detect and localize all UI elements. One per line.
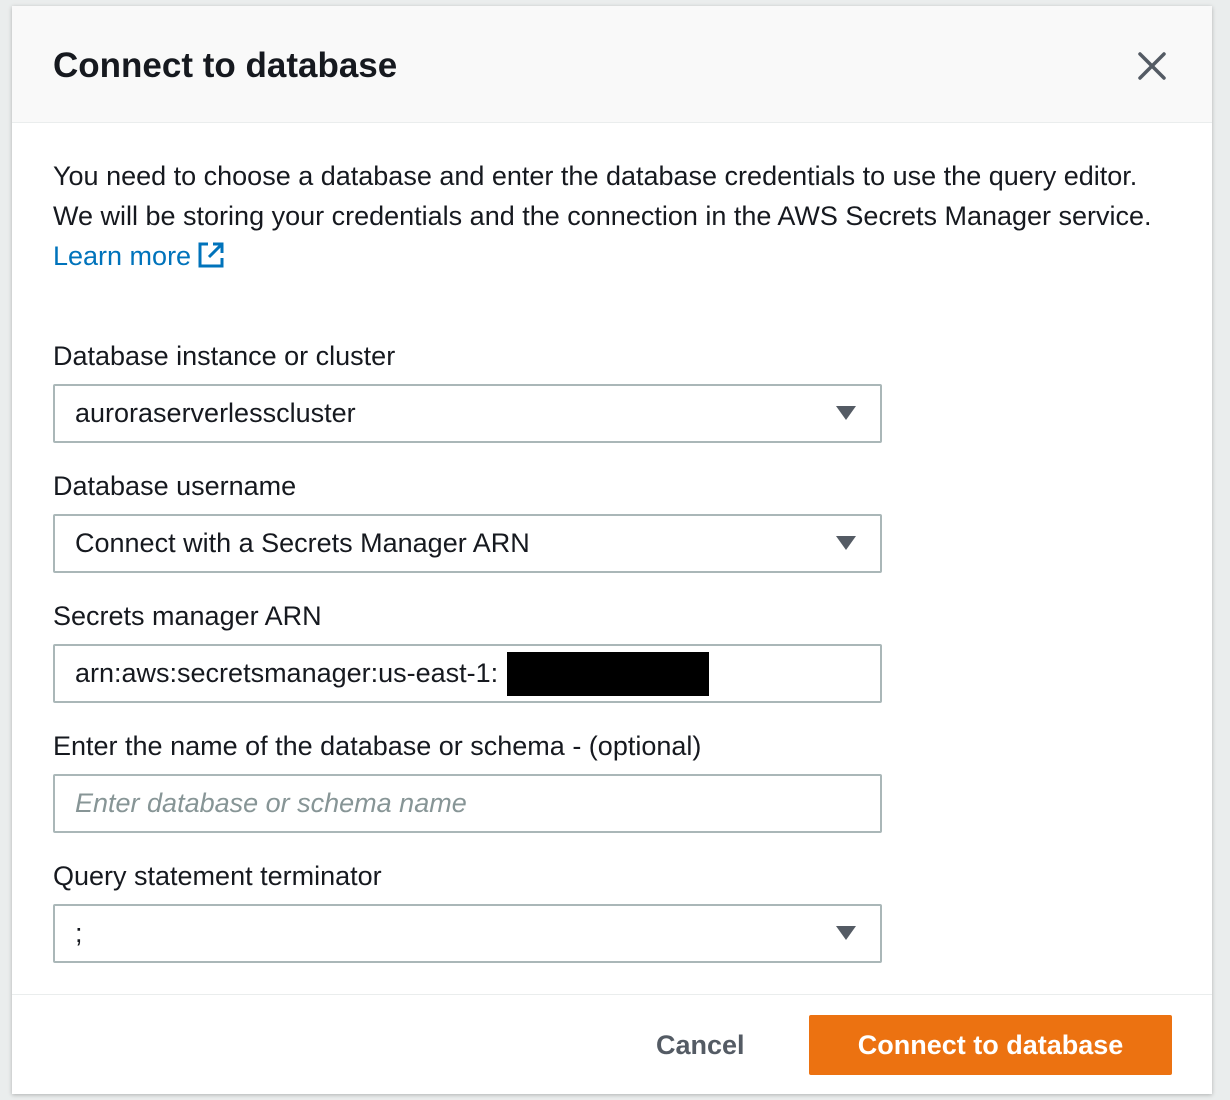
database-name-input[interactable] — [53, 774, 882, 833]
terminator-select[interactable]: ; — [53, 904, 882, 963]
database-username-label: Database username — [53, 471, 297, 501]
modal-header: Connect to database — [12, 6, 1212, 123]
database-name-label: Enter the name of the database or schema… — [53, 731, 702, 761]
database-username-select[interactable]: Connect with a Secrets Manager ARN — [53, 514, 882, 573]
intro-description: You need to choose a database and enter … — [53, 161, 1152, 231]
connect-database-modal: Connect to database You need to choose a… — [12, 6, 1212, 1094]
modal-title: Connect to database — [53, 46, 398, 85]
database-instance-select[interactable]: auroraserverlesscluster — [53, 384, 882, 443]
terminator-label: Query statement terminator — [53, 861, 382, 891]
intro-text: You need to choose a database and enter … — [53, 156, 1163, 276]
cancel-button[interactable]: Cancel — [632, 1015, 769, 1075]
database-instance-value: auroraserverlesscluster — [75, 398, 356, 428]
caret-down-icon — [836, 926, 856, 940]
secrets-arn-label: Secrets manager ARN — [53, 601, 322, 631]
connect-to-database-button[interactable]: Connect to database — [809, 1015, 1172, 1075]
learn-more-link[interactable]: Learn more — [53, 241, 225, 271]
database-username-value: Connect with a Secrets Manager ARN — [75, 528, 530, 558]
modal-footer: Cancel Connect to database — [12, 994, 1212, 1094]
caret-down-icon — [836, 406, 856, 420]
secrets-arn-input[interactable]: arn:aws:secretsmanager:us-east-1: :secre… — [53, 644, 882, 703]
close-button[interactable] — [1130, 44, 1174, 88]
terminator-value: ; — [75, 918, 83, 948]
redaction-bar — [507, 652, 709, 696]
learn-more-label: Learn more — [53, 241, 192, 271]
database-instance-label: Database instance or cluster — [53, 341, 396, 371]
external-link-icon — [198, 242, 224, 268]
caret-down-icon — [836, 536, 856, 550]
close-icon — [1138, 52, 1166, 80]
